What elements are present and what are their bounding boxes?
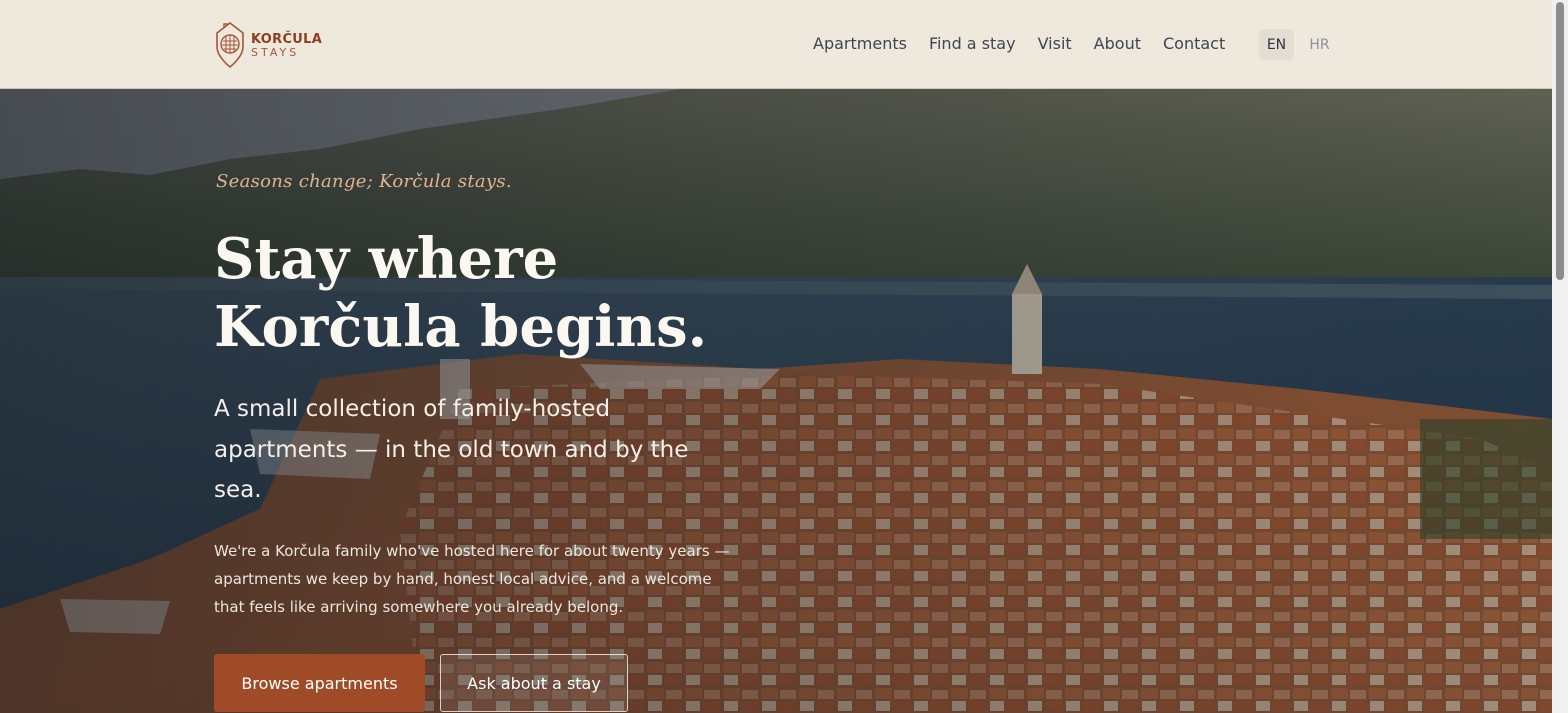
site-header: KORČULA STAYS Apartments Find a stay Vis…	[0, 0, 1552, 89]
hero-section: Seasons change; Korčula stays. Stay wher…	[0, 89, 1552, 713]
hero-tagline: Seasons change; Korčula stays.	[216, 171, 512, 192]
house-pin-icon	[213, 21, 247, 69]
language-en-button[interactable]: EN	[1259, 29, 1294, 60]
brand-name: KORČULA	[251, 33, 322, 46]
hero-body-text: We're a Korčula family who've hosted her…	[214, 537, 734, 621]
nav-contact[interactable]: Contact	[1163, 34, 1225, 53]
scrollbar-thumb[interactable]	[1556, 2, 1564, 280]
nav-find-a-stay[interactable]: Find a stay	[929, 34, 1016, 53]
page-scrollbar[interactable]	[1552, 0, 1568, 713]
main-nav: Apartments Find a stay Visit About Conta…	[813, 34, 1225, 53]
browse-apartments-button[interactable]: Browse apartments	[214, 654, 425, 712]
hero-subheadline: A small collection of family-hosted apar…	[214, 389, 714, 511]
hero-headline: Stay where Korčula begins.	[214, 225, 814, 361]
brand-logo[interactable]: KORČULA STAYS	[213, 21, 322, 69]
language-hr-button[interactable]: HR	[1302, 29, 1337, 60]
nav-visit[interactable]: Visit	[1038, 34, 1072, 53]
nav-apartments[interactable]: Apartments	[813, 34, 907, 53]
ask-about-stay-button[interactable]: Ask about a stay	[440, 654, 628, 712]
brand-subname: STAYS	[251, 47, 322, 58]
nav-about[interactable]: About	[1094, 34, 1141, 53]
